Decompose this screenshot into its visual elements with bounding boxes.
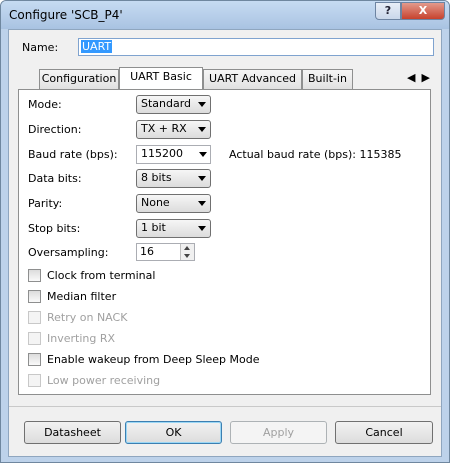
checkbox-box[interactable] bbox=[28, 290, 41, 303]
checkbox-box bbox=[28, 332, 41, 345]
data-bits-value: 8 bits bbox=[141, 171, 172, 184]
stop-bits-label: Stop bits: bbox=[28, 222, 81, 235]
direction-label: Direction: bbox=[28, 123, 82, 136]
tab-built-in[interactable]: Built-in bbox=[302, 69, 353, 89]
name-value: UART bbox=[81, 40, 113, 53]
oversampling-spinner[interactable]: 16 bbox=[136, 243, 195, 261]
checkbox-box[interactable] bbox=[28, 269, 41, 282]
baud-rate-value: 115200 bbox=[141, 147, 183, 160]
help-button[interactable]: ? bbox=[375, 2, 401, 20]
checkbox-label: Low power receiving bbox=[47, 374, 161, 387]
mode-value: Standard bbox=[141, 97, 192, 110]
tab-uart-basic[interactable]: UART Basic bbox=[119, 67, 203, 89]
title-bar[interactable]: Configure 'SCB_P4' ? X bbox=[1, 1, 449, 29]
oversampling-label: Oversampling: bbox=[28, 246, 109, 259]
direction-select[interactable]: TX + RX bbox=[136, 120, 211, 139]
actual-baud-rate: Actual baud rate (bps): 115385 bbox=[229, 148, 402, 161]
baud-rate-combo[interactable]: 115200 bbox=[136, 145, 211, 164]
checkbox-box bbox=[28, 311, 41, 324]
parity-value: None bbox=[141, 196, 170, 209]
oversampling-value: 16 bbox=[140, 245, 154, 258]
data-bits-label: Data bits: bbox=[28, 172, 82, 185]
checkbox-label: Median filter bbox=[47, 290, 117, 303]
name-input[interactable]: UART bbox=[78, 38, 434, 56]
checkbox-label: Clock from terminal bbox=[47, 269, 156, 282]
mode-select[interactable]: Standard bbox=[136, 95, 211, 114]
chevron-down-icon bbox=[198, 127, 206, 132]
tab-scroll-right-icon[interactable]: ▶ bbox=[421, 71, 435, 84]
checkbox-box[interactable] bbox=[28, 353, 41, 366]
chevron-down-icon bbox=[199, 152, 207, 157]
tab-uart-advanced[interactable]: UART Advanced bbox=[203, 69, 302, 89]
direction-value: TX + RX bbox=[141, 122, 187, 135]
chevron-down-icon bbox=[198, 226, 206, 231]
tab-configuration[interactable]: Configuration bbox=[39, 69, 119, 89]
window-title: Configure 'SCB_P4' bbox=[9, 8, 123, 22]
spin-up-icon[interactable] bbox=[184, 246, 190, 250]
checkbox-label: Enable wakeup from Deep Sleep Mode bbox=[47, 353, 260, 366]
data-bits-select[interactable]: 8 bits bbox=[136, 169, 211, 188]
apply-button: Apply bbox=[230, 421, 327, 444]
chevron-down-icon bbox=[198, 102, 206, 107]
mode-label: Mode: bbox=[28, 98, 62, 111]
checkbox-label: Inverting RX bbox=[47, 332, 116, 345]
checkbox-label: Retry on NACK bbox=[47, 311, 128, 324]
stop-bits-value: 1 bit bbox=[141, 221, 166, 234]
ok-button[interactable]: OK bbox=[125, 421, 222, 444]
configure-dialog: Configure 'SCB_P4' ? X Name: UART Config… bbox=[0, 0, 450, 463]
dialog-body: Name: UART Configuration UART Basic UART… bbox=[8, 29, 442, 457]
parity-label: Parity: bbox=[28, 197, 63, 210]
tab-scroll-left-icon[interactable]: ◀ bbox=[407, 71, 421, 84]
chevron-down-icon bbox=[198, 176, 206, 181]
cancel-button[interactable]: Cancel bbox=[335, 421, 433, 444]
spinner-buttons[interactable] bbox=[180, 244, 194, 260]
name-label: Name: bbox=[22, 41, 59, 54]
divider bbox=[9, 406, 441, 407]
tab-scroll: ◀▶ bbox=[407, 71, 436, 84]
parity-select[interactable]: None bbox=[136, 194, 211, 213]
baud-rate-label: Baud rate (bps): bbox=[28, 148, 118, 161]
chevron-down-icon bbox=[198, 201, 206, 206]
datasheet-button[interactable]: Datasheet bbox=[24, 421, 121, 444]
close-button[interactable]: X bbox=[401, 2, 445, 20]
checkbox-box bbox=[28, 374, 41, 387]
stop-bits-select[interactable]: 1 bit bbox=[136, 219, 211, 238]
spin-down-icon[interactable] bbox=[184, 254, 190, 258]
tab-panel-uart-basic: Mode: Standard Direction: TX + RX Baud r… bbox=[18, 89, 431, 395]
